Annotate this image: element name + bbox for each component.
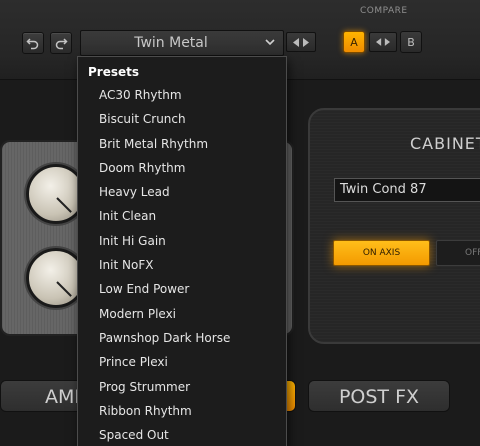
compare-a-button[interactable]: A: [343, 31, 365, 53]
preset-item-init-nofx[interactable]: Init NoFX: [78, 254, 286, 278]
chevron-down-icon: [265, 39, 275, 46]
preset-item-init-hi-gain[interactable]: Init Hi Gain: [78, 230, 286, 254]
off-axis-button[interactable]: OFF: [436, 240, 480, 266]
preset-item-pawnshop-dark-horse[interactable]: Pawnshop Dark Horse: [78, 327, 286, 351]
on-axis-button[interactable]: ON AXIS: [333, 240, 430, 266]
undo-icon: [26, 38, 39, 50]
preset-item-ac30-rhythm[interactable]: AC30 Rhythm: [78, 84, 286, 108]
compare-copy-arrows[interactable]: [369, 32, 397, 52]
triangle-left-icon[interactable]: [376, 38, 382, 46]
preset-item-doom-rhythm[interactable]: Doom Rhythm: [78, 157, 286, 181]
preset-item-low-end-power[interactable]: Low End Power: [78, 278, 286, 302]
redo-icon: [55, 38, 68, 50]
cabinet-title: CABINET: [410, 134, 480, 153]
tab-active-indicator[interactable]: [286, 380, 296, 412]
redo-button[interactable]: [50, 32, 72, 54]
preset-item-spaced-out[interactable]: Spaced Out: [78, 424, 286, 446]
preset-name: Twin Metal: [134, 35, 208, 51]
preset-item-heavy-lead[interactable]: Heavy Lead: [78, 181, 286, 205]
preset-selector[interactable]: Twin Metal: [80, 30, 284, 56]
preset-list: AC30 Rhythm Biscuit Crunch Brit Metal Rh…: [78, 84, 286, 446]
tab-post-fx[interactable]: POST FX: [308, 380, 450, 412]
preset-dropdown-menu: Presets AC30 Rhythm Biscuit Crunch Brit …: [77, 56, 287, 446]
triangle-left-icon[interactable]: [293, 37, 300, 47]
preset-prev-next[interactable]: [286, 32, 316, 52]
preset-item-prog-strummer[interactable]: Prog Strummer: [78, 376, 286, 400]
menu-header: Presets: [88, 65, 140, 79]
preset-item-biscuit-crunch[interactable]: Biscuit Crunch: [78, 108, 286, 132]
undo-button[interactable]: [22, 32, 44, 54]
preset-item-ribbon-rhythm[interactable]: Ribbon Rhythm: [78, 400, 286, 424]
triangle-right-icon[interactable]: [384, 38, 390, 46]
preset-item-prince-plexi[interactable]: Prince Plexi: [78, 351, 286, 375]
preset-item-brit-metal-rhythm[interactable]: Brit Metal Rhythm: [78, 133, 286, 157]
compare-label: COMPARE: [360, 6, 408, 16]
cabinet-model-field[interactable]: Twin Cond 87: [334, 178, 480, 202]
preset-item-modern-plexi[interactable]: Modern Plexi: [78, 303, 286, 327]
compare-b-button[interactable]: B: [400, 31, 422, 53]
triangle-right-icon[interactable]: [302, 37, 309, 47]
preset-item-init-clean[interactable]: Init Clean: [78, 205, 286, 229]
